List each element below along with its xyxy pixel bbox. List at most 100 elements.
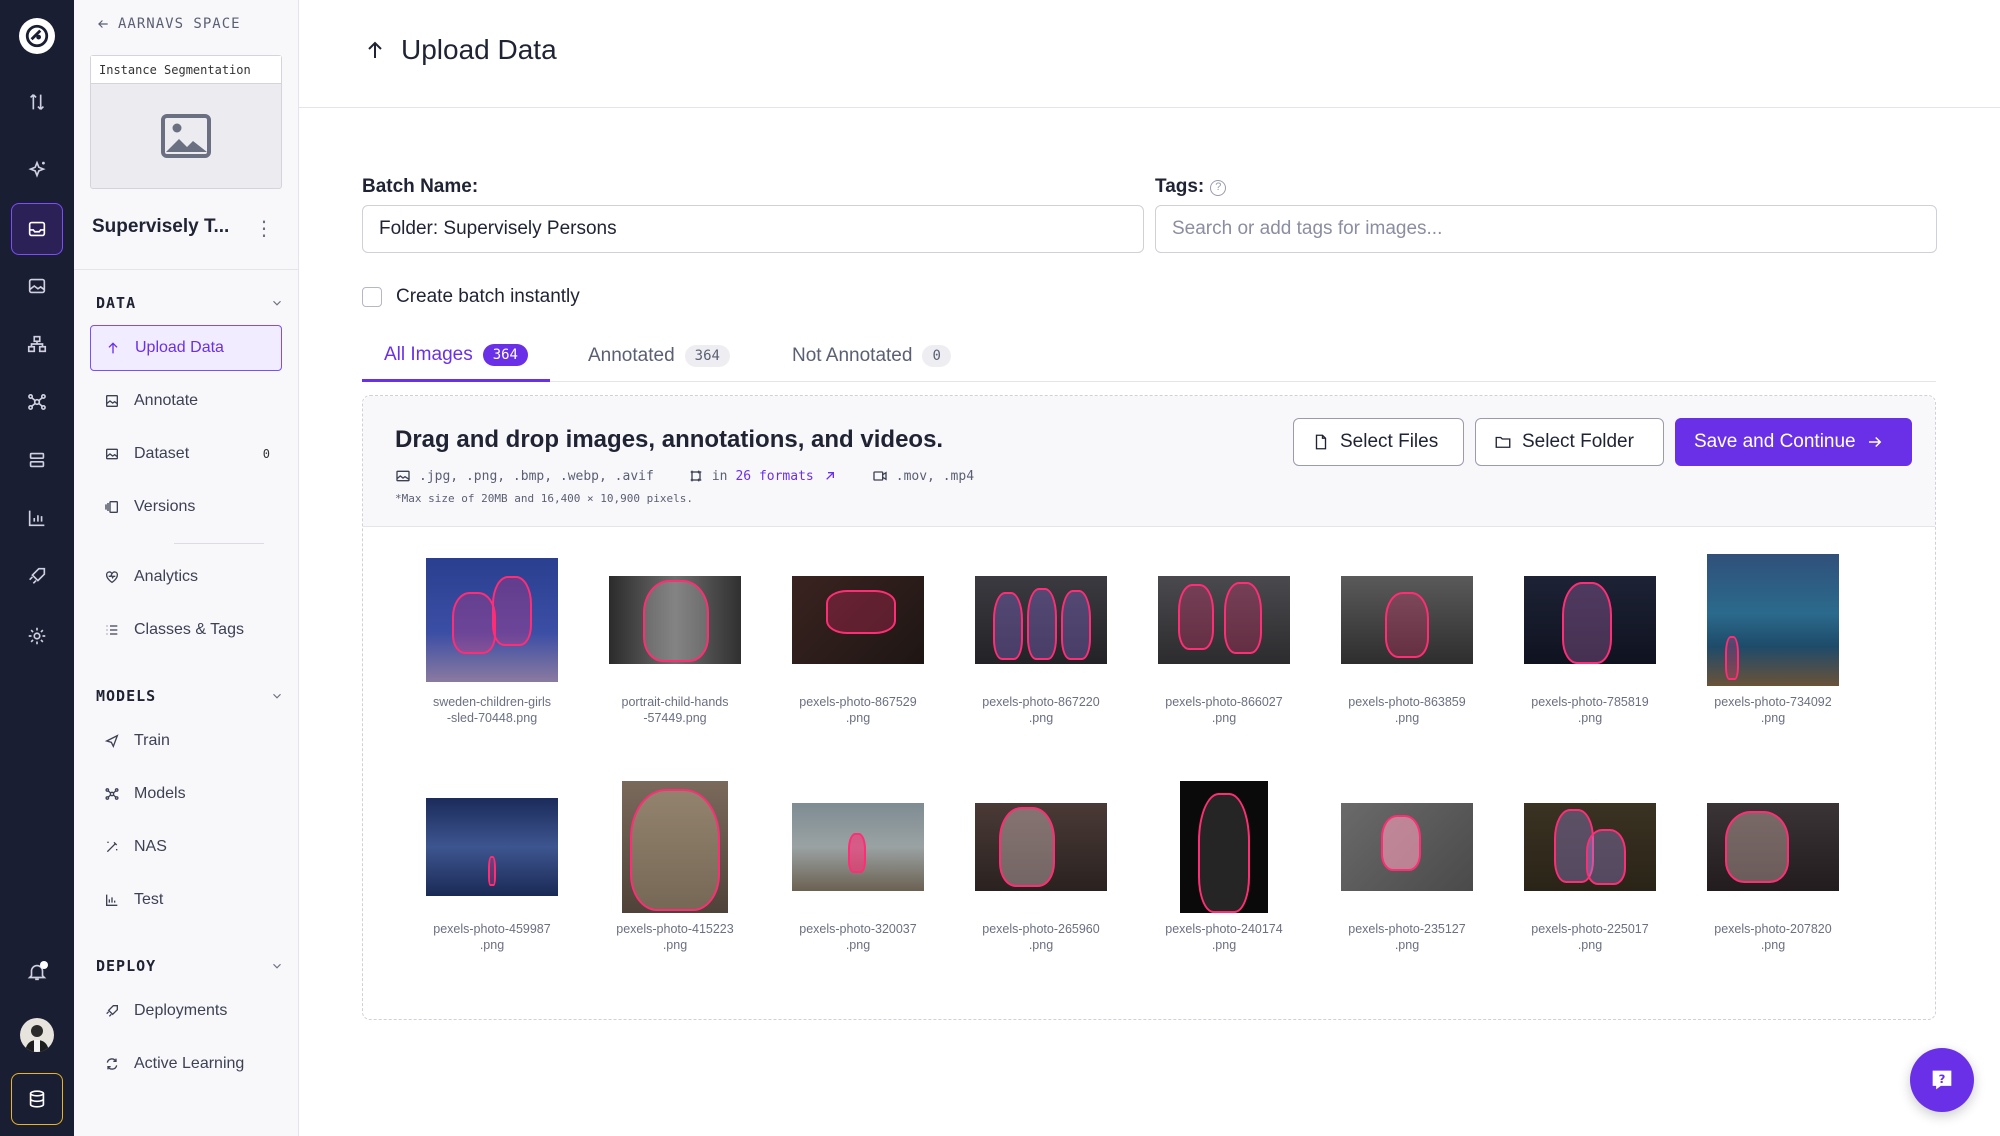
page-title: Upload Data xyxy=(363,34,557,66)
sidebar-item-label: Classes & Tags xyxy=(134,621,244,638)
image-thumbnail[interactable]: pexels-photo-225017 .png xyxy=(1510,781,1670,953)
create-batch-instantly-row[interactable]: Create batch instantly xyxy=(362,286,580,308)
image-placeholder-icon xyxy=(161,114,211,158)
help-chat-button[interactable]: ? xyxy=(1910,1048,1974,1112)
sidebar-item-analytics[interactable]: Analytics xyxy=(90,554,282,600)
tab-count-badge: 0 xyxy=(922,345,951,367)
section-label: MODELS xyxy=(96,687,157,705)
help-circle-icon[interactable]: ? xyxy=(1210,180,1227,196)
sidebar-item-label: Annotate xyxy=(134,392,199,409)
select-files-button[interactable]: Select Files xyxy=(1293,418,1464,466)
tab-annotated[interactable]: Annotated 364 xyxy=(566,330,752,382)
tab-count-badge: 364 xyxy=(684,345,730,367)
arrow-up-icon xyxy=(108,342,118,354)
folder-icon xyxy=(1495,436,1511,448)
image-preview xyxy=(1524,803,1656,891)
workspace-database-icon[interactable] xyxy=(11,1073,63,1125)
project-name: Supervisely T... xyxy=(92,216,230,237)
image-thumbnail[interactable]: pexels-photo-320037 .png xyxy=(778,781,938,953)
image-thumbnail[interactable]: pexels-photo-207820 .png xyxy=(1693,781,1853,953)
image-thumbnail[interactable]: pexels-photo-863859 .png xyxy=(1327,554,1487,726)
magic-wand-icon xyxy=(106,841,118,853)
image-thumbnail[interactable]: pexels-photo-265960 .png xyxy=(961,781,1121,953)
settings-gear-icon[interactable] xyxy=(11,610,63,662)
image-preview xyxy=(975,576,1107,664)
sparkle-icon[interactable] xyxy=(11,144,63,196)
image-filter-tabs: All Images 364 Annotated 364 Not Annotat… xyxy=(362,330,1936,382)
sidebar-item-classes-tags[interactable]: Classes & Tags xyxy=(90,607,282,653)
dropzone-title: Drag and drop images, annotations, and v… xyxy=(395,426,944,453)
user-avatar[interactable] xyxy=(20,1018,54,1052)
tags-search-input[interactable] xyxy=(1155,205,1937,253)
sidebar-item-versions[interactable]: Versions xyxy=(90,484,282,530)
image-thumbnail[interactable]: portrait-child-hands -57449.png xyxy=(595,554,755,726)
tab-label: Annotated xyxy=(588,345,675,366)
max-size-note: *Max size of 20MB and 16,400 × 10,900 pi… xyxy=(395,492,694,505)
sidebar-item-models[interactable]: Models xyxy=(90,771,282,817)
sidebar-item-label: Train xyxy=(134,732,170,749)
image-thumbnail[interactable]: pexels-photo-415223 .png xyxy=(595,781,755,953)
tags-label: Tags: xyxy=(1155,176,1205,197)
external-link-arrow-icon[interactable] xyxy=(822,468,838,484)
section-deploy[interactable]: DEPLOY xyxy=(96,957,284,975)
save-and-continue-button[interactable]: Save and Continue xyxy=(1675,418,1912,466)
notification-bell-icon[interactable] xyxy=(11,946,63,998)
image-filename: pexels-photo-866027 .png xyxy=(1165,695,1283,725)
sidebar-item-annotate[interactable]: Annotate xyxy=(90,378,282,424)
image-thumbnail[interactable]: pexels-photo-240174 .png xyxy=(1144,781,1304,953)
image-icon[interactable] xyxy=(11,260,63,312)
inbox-icon[interactable] xyxy=(11,203,63,255)
section-label: DEPLOY xyxy=(96,957,157,975)
sidebar-item-active-learning[interactable]: Active Learning xyxy=(90,1041,282,1087)
deploy-rocket-icon[interactable] xyxy=(11,550,63,602)
select-folder-button[interactable]: Select Folder xyxy=(1475,418,1664,466)
image-thumbnail[interactable]: pexels-photo-867529 .png xyxy=(778,554,938,726)
model-graph-icon[interactable] xyxy=(11,376,63,428)
image-thumbnail[interactable]: sweden-children-girls -sled-70448.png xyxy=(412,554,572,726)
sidebar-item-test[interactable]: Test xyxy=(90,877,282,923)
image-thumbnail[interactable]: pexels-photo-867220 .png xyxy=(961,554,1121,726)
batch-name-input[interactable] xyxy=(362,205,1144,253)
sidebar-item-deployments[interactable]: Deployments xyxy=(90,988,282,1034)
sidebar-item-label: Dataset xyxy=(134,445,190,462)
stack-icon[interactable] xyxy=(11,434,63,486)
project-thumbnail[interactable]: Instance Segmentation xyxy=(90,55,282,189)
create-batch-checkbox[interactable] xyxy=(362,287,382,307)
image-filename: pexels-photo-785819 .png xyxy=(1531,695,1649,725)
sidebar-item-dataset[interactable]: Dataset 0 xyxy=(90,431,282,477)
image-thumbnail[interactable]: pexels-photo-459987 .png xyxy=(412,781,572,953)
image-filename: pexels-photo-863859 .png xyxy=(1348,695,1466,725)
transfer-arrows-icon[interactable] xyxy=(11,76,63,128)
section-models[interactable]: MODELS xyxy=(96,687,284,705)
image-thumbnail[interactable]: pexels-photo-785819 .png xyxy=(1510,554,1670,726)
dropzone-header: Drag and drop images, annotations, and v… xyxy=(363,396,1935,527)
image-preview xyxy=(426,798,558,896)
upload-dropzone[interactable]: Drag and drop images, annotations, and v… xyxy=(362,395,1936,1020)
project-menu-icon[interactable]: ⋮ xyxy=(252,214,276,242)
supported-formats: .jpg, .png, .bmp, .webp, .avif in 26 for… xyxy=(395,468,1000,484)
sidebar-item-upload-data[interactable]: Upload Data xyxy=(90,325,282,371)
image-preview xyxy=(792,803,924,891)
versions-icon xyxy=(105,501,118,513)
image-thumbnail[interactable]: pexels-photo-866027 .png xyxy=(1144,554,1304,726)
sidebar-item-nas[interactable]: NAS xyxy=(90,824,282,870)
workflow-icon[interactable] xyxy=(11,318,63,370)
image-thumbnail[interactable]: pexels-photo-235127 .png xyxy=(1327,781,1487,953)
image-filename: pexels-photo-240174 .png xyxy=(1165,922,1283,952)
tab-not-annotated[interactable]: Not Annotated 0 xyxy=(770,330,973,382)
button-label: Select Folder xyxy=(1522,431,1634,452)
annotation-formats-link[interactable]: 26 formats xyxy=(735,469,813,484)
sidebar-item-train[interactable]: Train xyxy=(90,718,282,764)
tab-all-images[interactable]: All Images 364 xyxy=(362,330,550,382)
image-filename: pexels-photo-225017 .png xyxy=(1531,922,1649,952)
back-to-workspace-link[interactable]: AARNAVS SPACE xyxy=(96,16,241,32)
roboflow-logo-icon[interactable] xyxy=(19,18,55,54)
bar-chart-icon[interactable] xyxy=(11,492,63,544)
tab-label: Not Annotated xyxy=(792,345,913,366)
image-thumbnail[interactable]: pexels-photo-734092 .png xyxy=(1693,554,1853,726)
batch-name-label: Batch Name: xyxy=(362,176,479,197)
section-data[interactable]: DATA xyxy=(96,294,284,312)
chevron-down-icon xyxy=(273,693,281,699)
svg-text:?: ? xyxy=(1939,1072,1946,1086)
image-preview xyxy=(426,558,558,682)
